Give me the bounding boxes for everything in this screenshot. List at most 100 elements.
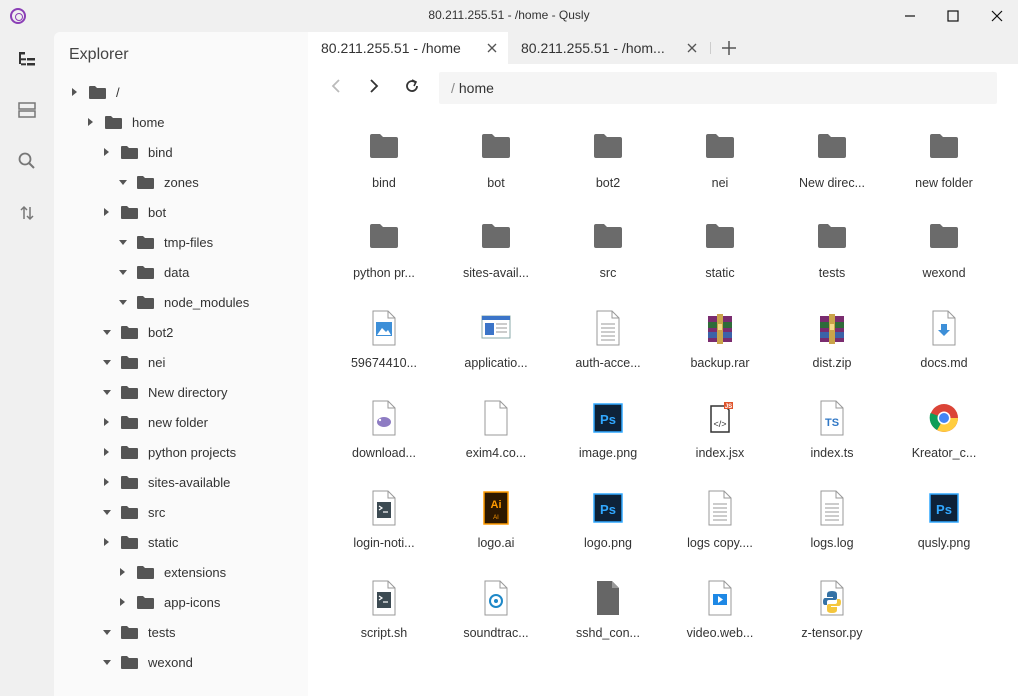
tree-item[interactable]: bot2 [102, 317, 173, 347]
file-item[interactable]: backup.rar [664, 302, 776, 392]
file-item[interactable]: download... [328, 392, 440, 482]
file-item[interactable]: z-tensor.py [776, 572, 888, 662]
path-segment-home[interactable]: home [459, 80, 494, 96]
file-item[interactable]: bot2 [552, 122, 664, 212]
caret-right-icon[interactable] [102, 417, 112, 427]
tree-item-label: zones [164, 174, 199, 190]
add-tab-icon[interactable] [720, 39, 738, 57]
file-item[interactable]: docs.md [888, 302, 1000, 392]
file-item[interactable]: logs.log [776, 482, 888, 572]
tree-item[interactable]: nei [102, 347, 165, 377]
file-item-label: login-noti... [353, 536, 415, 550]
tree-item[interactable]: src [102, 497, 165, 527]
tree-item[interactable]: app-icons [118, 587, 220, 617]
tree-item[interactable]: tests [102, 617, 175, 647]
file-item[interactable]: video.web... [664, 572, 776, 662]
path-bar[interactable]: / home [439, 72, 997, 104]
file-item[interactable]: new folder [888, 122, 1000, 212]
file-item[interactable]: 59674410... [328, 302, 440, 392]
file-item[interactable]: exim4.co... [440, 392, 552, 482]
file-item[interactable]: nei [664, 122, 776, 212]
close-tab-icon[interactable] [486, 42, 498, 54]
file-item[interactable]: tests [776, 212, 888, 302]
file-item[interactable]: bind [328, 122, 440, 212]
caret-right-icon[interactable] [102, 207, 112, 217]
file-item[interactable]: wexond [888, 212, 1000, 302]
file-item[interactable]: Ps logo.png [552, 482, 664, 572]
caret-down-icon[interactable] [118, 297, 128, 307]
chrome-icon [928, 400, 960, 436]
file-item[interactable]: static [664, 212, 776, 302]
file-item[interactable]: JS </> index.jsx [664, 392, 776, 482]
file-item[interactable]: dist.zip [776, 302, 888, 392]
caret-right-icon[interactable] [102, 447, 112, 457]
caret-down-icon[interactable] [102, 327, 112, 337]
tree-item[interactable]: new folder [102, 407, 208, 437]
caret-right-icon[interactable] [70, 87, 80, 97]
caret-down-icon[interactable] [102, 507, 112, 517]
file-item[interactable]: python pr... [328, 212, 440, 302]
refresh-icon[interactable] [403, 77, 421, 95]
tree-item[interactable]: home [86, 107, 165, 137]
caret-right-icon[interactable] [118, 567, 128, 577]
caret-down-icon[interactable] [102, 627, 112, 637]
caret-down-icon[interactable] [102, 357, 112, 367]
caret-right-icon[interactable] [86, 117, 96, 127]
close-window-button[interactable] [974, 0, 1018, 32]
minimize-button[interactable] [887, 0, 933, 32]
caret-right-icon[interactable] [102, 537, 112, 547]
folder-icon [137, 265, 154, 279]
file-item[interactable]: New direc... [776, 122, 888, 212]
tree-item[interactable]: python projects [102, 437, 236, 467]
tree-item[interactable]: bot [102, 197, 166, 227]
file-item-label: backup.rar [690, 356, 750, 370]
caret-down-icon[interactable] [118, 237, 128, 247]
back-icon[interactable] [328, 77, 346, 95]
sites-button[interactable] [13, 96, 41, 124]
tab-2[interactable]: 80.211.255.51 - /hom... [508, 32, 710, 64]
maximize-button[interactable] [930, 0, 976, 32]
caret-down-icon[interactable] [102, 387, 112, 397]
file-item[interactable]: Ps qusly.png [888, 482, 1000, 572]
file-item[interactable]: src [552, 212, 664, 302]
tab-1[interactable]: 80.211.255.51 - /home [308, 32, 508, 64]
tree-item[interactable]: extensions [118, 557, 226, 587]
file-item[interactable]: Kreator_c... [888, 392, 1000, 482]
file-item[interactable]: Ai AI logo.ai [440, 482, 552, 572]
file-item[interactable]: TS index.ts [776, 392, 888, 482]
tree-item[interactable]: wexond [102, 647, 193, 677]
search-button[interactable] [13, 147, 41, 175]
file-item[interactable]: bot [440, 122, 552, 212]
close-tab-icon[interactable] [686, 42, 698, 54]
caret-down-icon[interactable] [118, 177, 128, 187]
search-icon [18, 152, 35, 169]
file-item[interactable]: logs copy.... [664, 482, 776, 572]
file-item[interactable]: applicatio... [440, 302, 552, 392]
file-item[interactable]: auth-acce... [552, 302, 664, 392]
forward-icon[interactable] [365, 77, 383, 95]
tree-item[interactable]: sites-available [102, 467, 230, 497]
caret-down-icon[interactable] [118, 267, 128, 277]
tree-item[interactable]: / [70, 77, 120, 107]
transfers-button[interactable] [13, 199, 41, 227]
tree-item[interactable]: New directory [102, 377, 227, 407]
caret-right-icon[interactable] [118, 597, 128, 607]
file-item[interactable]: script.sh [328, 572, 440, 662]
file-item[interactable]: sshd_con... [552, 572, 664, 662]
file-item[interactable]: login-noti... [328, 482, 440, 572]
tree-item[interactable]: static [102, 527, 178, 557]
caret-right-icon[interactable] [102, 477, 112, 487]
file-item[interactable]: soundtrac... [440, 572, 552, 662]
caret-right-icon[interactable] [102, 147, 112, 157]
tree-item[interactable]: tmp-files [118, 227, 213, 257]
tree-item[interactable]: bind [102, 137, 173, 167]
explorer-tree-button[interactable] [13, 45, 41, 73]
explorer-panel: Explorer / home bind zones bot tmp-files data n… [54, 32, 308, 696]
tree-item[interactable]: zones [118, 167, 199, 197]
tree-item[interactable]: data [118, 257, 189, 287]
folder-icon [592, 220, 624, 256]
tree-item[interactable]: node_modules [118, 287, 249, 317]
caret-down-icon[interactable] [102, 657, 112, 667]
file-item[interactable]: sites-avail... [440, 212, 552, 302]
file-item[interactable]: Ps image.png [552, 392, 664, 482]
